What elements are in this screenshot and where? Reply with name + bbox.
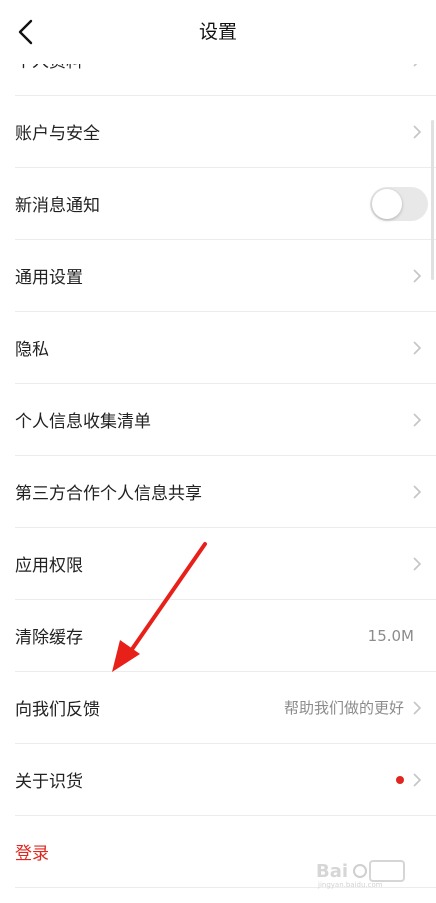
chevron-right-icon xyxy=(413,124,422,139)
settings-page: 设置 个人资料 账户与安全 新消息通知 通用设置 xyxy=(0,0,436,903)
settings-item-feedback[interactable]: 向我们反馈 帮助我们做的更好 xyxy=(15,672,436,744)
notification-toggle[interactable] xyxy=(370,186,428,221)
svg-text:Bai: Bai xyxy=(316,861,348,882)
settings-list: 个人资料 账户与安全 新消息通知 通用设置 xyxy=(0,24,436,888)
toggle-knob xyxy=(372,188,402,219)
settings-item-label: 关于识货 xyxy=(15,772,83,792)
chevron-right-icon xyxy=(413,340,422,355)
chevron-right-icon xyxy=(413,268,422,283)
svg-text:jingyan.baidu.com: jingyan.baidu.com xyxy=(317,881,383,889)
settings-item-label: 账户与安全 xyxy=(15,124,100,144)
settings-item-label: 通用设置 xyxy=(15,268,83,288)
settings-item-general[interactable]: 通用设置 xyxy=(15,240,436,312)
watermark-logo-icon: Bai jingyan.baidu.com xyxy=(316,860,405,889)
page-title: 设置 xyxy=(198,21,237,43)
feedback-hint: 帮助我们做的更好 xyxy=(283,699,404,717)
chevron-right-icon xyxy=(413,556,422,571)
settings-item-label: 个人信息收集清单 xyxy=(15,412,151,432)
settings-item-label: 向我们反馈 xyxy=(15,700,100,720)
cache-size-value: 15.0M xyxy=(367,626,414,645)
settings-item-clear-cache[interactable]: 清除缓存 15.0M xyxy=(15,600,436,672)
settings-item-label: 新消息通知 xyxy=(15,196,100,216)
settings-item-third-party-sharing[interactable]: 第三方合作个人信息共享 xyxy=(15,456,436,528)
settings-item-label: 应用权限 xyxy=(15,556,83,576)
settings-item-about[interactable]: 关于识货 xyxy=(15,744,436,816)
chevron-right-icon xyxy=(413,772,422,787)
settings-item-label: 第三方合作个人信息共享 xyxy=(15,484,202,504)
top-nav-bar: 设置 xyxy=(0,0,436,64)
chevron-right-icon xyxy=(413,700,422,715)
settings-item-label: 隐私 xyxy=(15,340,49,360)
chevron-right-icon xyxy=(413,484,422,499)
chevron-right-icon xyxy=(413,412,422,427)
settings-item-privacy[interactable]: 隐私 xyxy=(15,312,436,384)
settings-item-label: 清除缓存 xyxy=(15,628,83,648)
settings-item-account-security[interactable]: 账户与安全 xyxy=(15,96,436,168)
settings-item-app-permissions[interactable]: 应用权限 xyxy=(15,528,436,600)
scrollbar[interactable] xyxy=(431,120,434,280)
update-badge xyxy=(396,775,404,784)
settings-item-notifications: 新消息通知 xyxy=(15,168,436,240)
settings-item-data-collection-list[interactable]: 个人信息收集清单 xyxy=(15,384,436,456)
